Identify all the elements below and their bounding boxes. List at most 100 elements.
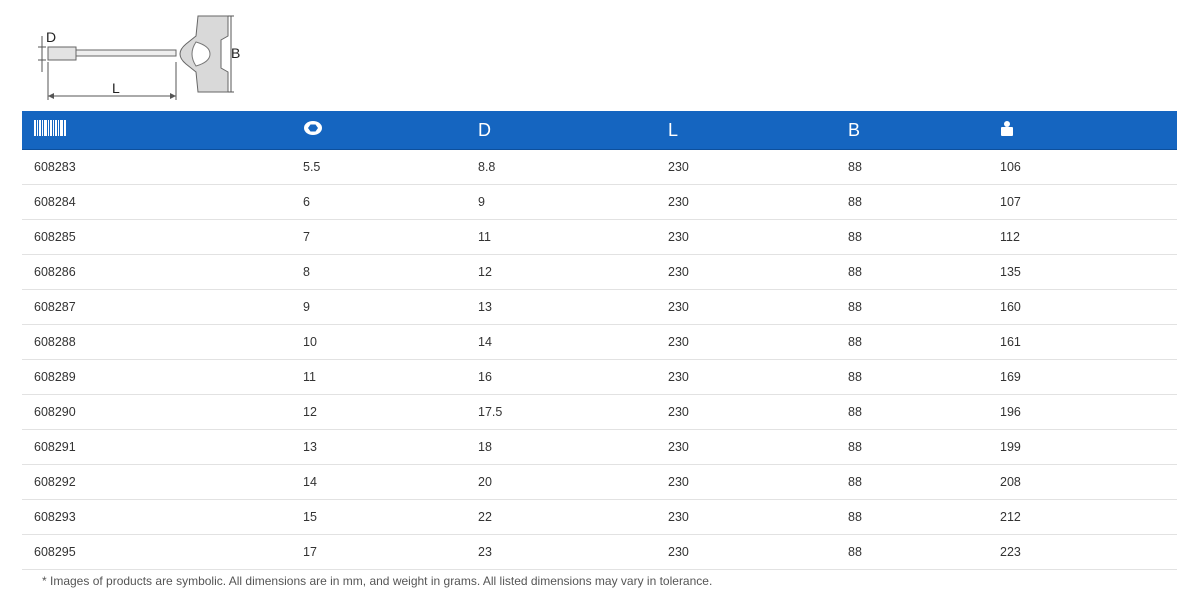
cell-d: 18	[478, 429, 668, 465]
cell-code: 608292	[22, 464, 303, 500]
cell-b: 88	[848, 324, 1000, 360]
table-row: 608285 7 11 230 88 112	[22, 219, 1177, 255]
cell-d: 13	[478, 289, 668, 325]
cell-b: 88	[848, 534, 1000, 570]
diagram-label-b: B	[231, 45, 240, 61]
cell-code: 608290	[22, 394, 303, 430]
cell-l: 230	[668, 219, 848, 255]
cell-l: 230	[668, 149, 848, 185]
cell-d: 22	[478, 499, 668, 535]
cell-socket-size: 9	[303, 289, 478, 325]
cell-code: 608285	[22, 219, 303, 255]
table-row: 608284 6 9 230 88 107	[22, 184, 1177, 220]
cell-weight: 107	[1000, 184, 1177, 220]
cell-b: 88	[848, 184, 1000, 220]
table-row: 608295 17 23 230 88 223	[22, 534, 1177, 570]
hex-socket-icon	[303, 120, 323, 141]
cell-weight: 169	[1000, 359, 1177, 395]
cell-weight: 160	[1000, 289, 1177, 325]
cell-weight: 112	[1000, 219, 1177, 255]
cell-l: 230	[668, 429, 848, 465]
weight-icon	[1000, 120, 1014, 141]
cell-code: 608286	[22, 254, 303, 290]
cell-code: 608283	[22, 149, 303, 185]
cell-d: 16	[478, 359, 668, 395]
cell-code: 608295	[22, 534, 303, 570]
cell-l: 230	[668, 394, 848, 430]
cell-code: 608289	[22, 359, 303, 395]
cell-weight: 208	[1000, 464, 1177, 500]
cell-socket-size: 15	[303, 499, 478, 535]
tool-diagram: D B L	[28, 8, 258, 108]
cell-d: 8.8	[478, 149, 668, 185]
header-weight	[1000, 111, 1177, 150]
header-b: B	[848, 111, 1000, 150]
cell-code: 608284	[22, 184, 303, 220]
cell-l: 230	[668, 254, 848, 290]
cell-d: 9	[478, 184, 668, 220]
cell-d: 14	[478, 324, 668, 360]
diagram-label-d: D	[46, 29, 56, 45]
cell-weight: 223	[1000, 534, 1177, 570]
cell-b: 88	[848, 149, 1000, 185]
barcode-icon	[34, 119, 66, 141]
cell-weight: 196	[1000, 394, 1177, 430]
cell-socket-size: 14	[303, 464, 478, 500]
cell-l: 230	[668, 359, 848, 395]
header-socket-size	[303, 111, 478, 150]
cell-socket-size: 6	[303, 184, 478, 220]
table-row: 608286 8 12 230 88 135	[22, 254, 1177, 290]
cell-weight: 199	[1000, 429, 1177, 465]
cell-weight: 161	[1000, 324, 1177, 360]
cell-socket-size: 12	[303, 394, 478, 430]
cell-d: 23	[478, 534, 668, 570]
cell-weight: 135	[1000, 254, 1177, 290]
cell-b: 88	[848, 499, 1000, 535]
header-l: L	[668, 111, 848, 150]
table-row: 608287 9 13 230 88 160	[22, 289, 1177, 325]
cell-d: 20	[478, 464, 668, 500]
header-code	[22, 111, 303, 150]
cell-l: 230	[668, 289, 848, 325]
cell-code: 608291	[22, 429, 303, 465]
cell-code: 608287	[22, 289, 303, 325]
table-row: 608290 12 17.5 230 88 196	[22, 394, 1177, 430]
cell-weight: 212	[1000, 499, 1177, 535]
cell-d: 17.5	[478, 394, 668, 430]
cell-socket-size: 17	[303, 534, 478, 570]
cell-socket-size: 8	[303, 254, 478, 290]
table-header-row: D L B	[22, 111, 1177, 150]
cell-socket-size: 13	[303, 429, 478, 465]
cell-l: 230	[668, 324, 848, 360]
cell-b: 88	[848, 429, 1000, 465]
cell-code: 608288	[22, 324, 303, 360]
cell-d: 12	[478, 254, 668, 290]
cell-b: 88	[848, 254, 1000, 290]
table-row: 608283 5.5 8.8 230 88 106	[22, 149, 1177, 185]
cell-l: 230	[668, 534, 848, 570]
footnote: * Images of products are symbolic. All d…	[42, 574, 713, 588]
table-row: 608292 14 20 230 88 208	[22, 464, 1177, 500]
cell-b: 88	[848, 359, 1000, 395]
cell-socket-size: 7	[303, 219, 478, 255]
header-d: D	[478, 111, 668, 150]
table-row: 608293 15 22 230 88 212	[22, 499, 1177, 535]
cell-b: 88	[848, 464, 1000, 500]
table-row: 608288 10 14 230 88 161	[22, 324, 1177, 360]
table-row: 608289 11 16 230 88 169	[22, 359, 1177, 395]
spec-table-container: D L B 608283 5.5 8.8 230 88 106 608284 6 9 230 88 1…	[22, 111, 1177, 570]
cell-b: 88	[848, 394, 1000, 430]
cell-d: 11	[478, 219, 668, 255]
cell-l: 230	[668, 184, 848, 220]
cell-b: 88	[848, 289, 1000, 325]
cell-socket-size: 11	[303, 359, 478, 395]
cell-socket-size: 10	[303, 324, 478, 360]
cell-l: 230	[668, 499, 848, 535]
cell-code: 608293	[22, 499, 303, 535]
cell-l: 230	[668, 464, 848, 500]
diagram-label-l: L	[112, 80, 120, 96]
cell-socket-size: 5.5	[303, 149, 478, 185]
t-handle-screwdriver-drawing: D B L	[38, 15, 240, 100]
table-row: 608291 13 18 230 88 199	[22, 429, 1177, 465]
cell-weight: 106	[1000, 149, 1177, 185]
